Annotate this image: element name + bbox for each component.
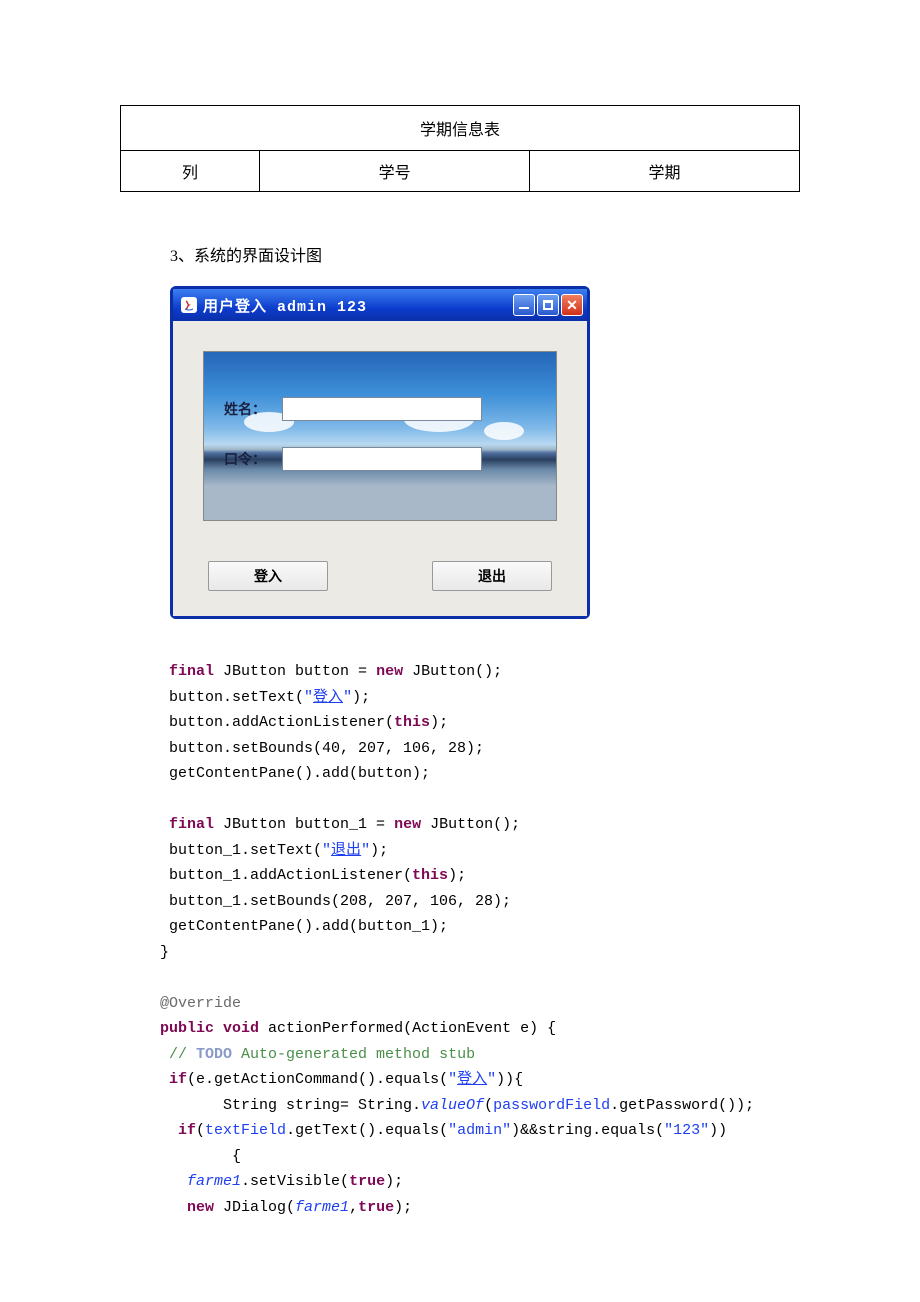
name-input[interactable] — [282, 397, 482, 421]
code-block: final JButton button = new JButton(); bu… — [160, 659, 800, 1220]
window-controls: ✕ — [513, 294, 583, 316]
section-heading: 3、系统的界面设计图 — [170, 242, 800, 266]
password-input[interactable] — [282, 447, 482, 471]
semester-info-table: 学期信息表 列 学号 学期 — [120, 105, 800, 192]
minimize-button[interactable] — [513, 294, 535, 316]
name-label: 姓名： — [224, 399, 274, 419]
login-window: 用户登入 admin 123 ✕ 姓名： 口令： 登入 退出 — [170, 286, 590, 619]
login-panel: 姓名： 口令： — [203, 351, 557, 521]
button-row: 登入 退出 — [203, 561, 557, 591]
content-pane: 姓名： 口令： 登入 退出 — [173, 321, 587, 616]
col-header-1: 学号 — [260, 151, 530, 192]
password-label: 口令： — [224, 449, 274, 469]
login-button[interactable]: 登入 — [208, 561, 328, 591]
exit-button[interactable]: 退出 — [432, 561, 552, 591]
window-title: 用户登入 admin 123 — [203, 295, 507, 316]
table-title: 学期信息表 — [121, 106, 800, 151]
col-header-0: 列 — [121, 151, 260, 192]
close-button[interactable]: ✕ — [561, 294, 583, 316]
java-app-icon — [181, 297, 197, 313]
maximize-button[interactable] — [537, 294, 559, 316]
col-header-2: 学期 — [530, 151, 800, 192]
titlebar: 用户登入 admin 123 ✕ — [173, 289, 587, 321]
